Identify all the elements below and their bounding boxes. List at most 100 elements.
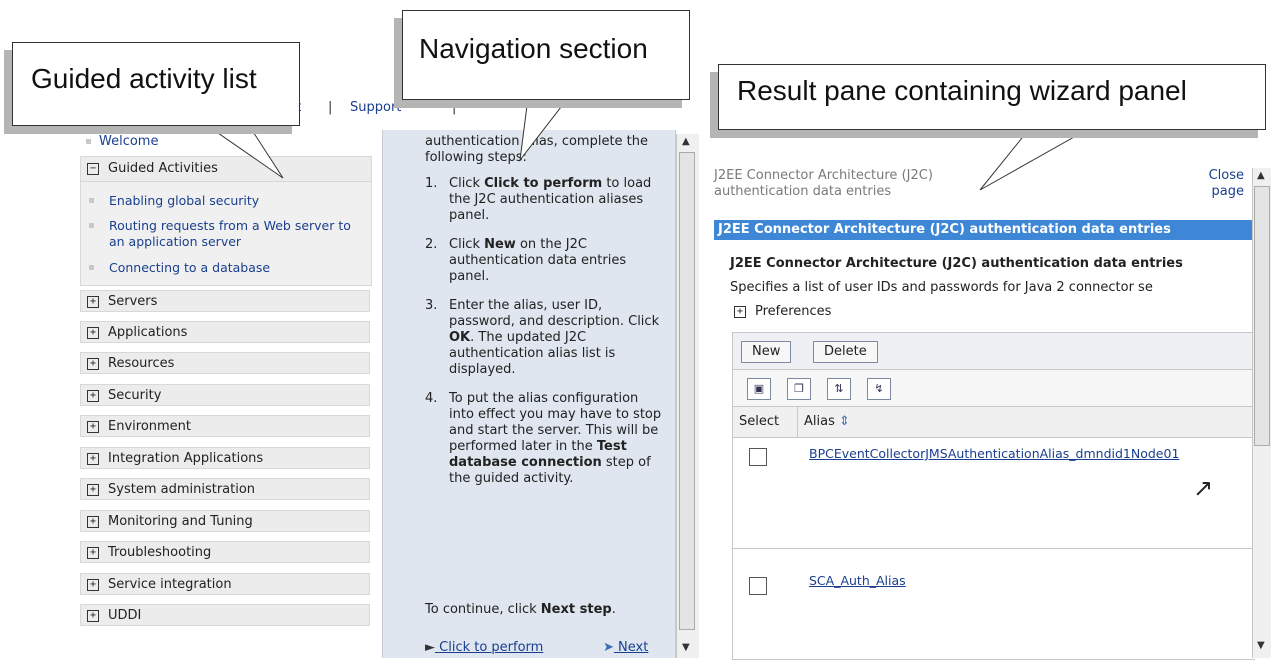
guided-item-label: Routing requests from a Web server to an… xyxy=(109,218,351,249)
select-all-icon[interactable]: ▣ xyxy=(747,378,771,400)
nav-category-integration-applications[interactable]: + Integration Applications xyxy=(80,447,370,469)
nav-category-service-integration[interactable]: + Service integration xyxy=(80,573,370,595)
expand-icon[interactable]: + xyxy=(87,326,99,339)
step-bold: Click to perform xyxy=(484,176,603,191)
scrollbar-thumb[interactable] xyxy=(1254,186,1270,446)
guided-item-label: Enabling global security xyxy=(109,193,260,208)
show-filter-icon[interactable]: ⇅ xyxy=(827,378,851,400)
step-number: 1. xyxy=(425,176,438,191)
callout-label: Result pane containing wizard panel xyxy=(737,75,1187,106)
deselect-all-icon[interactable]: ❐ xyxy=(787,378,811,400)
step-bold: OK xyxy=(449,330,471,345)
category-label: Applications xyxy=(108,325,188,340)
callout-guided-activity-list: Guided activity list xyxy=(12,42,300,126)
expand-icon[interactable]: + xyxy=(734,305,746,318)
table-row: SCA_Auth_Alias xyxy=(733,549,1255,659)
welcome-link[interactable]: Welcome xyxy=(86,134,158,149)
scroll-up-icon[interactable]: ▲ xyxy=(682,136,690,147)
wizard-panel-titlebar: J2EE Connector Architecture (J2C) authen… xyxy=(714,220,1254,240)
result-pane: J2EE Connector Architecture (J2C) authen… xyxy=(704,160,1255,660)
row-checkbox[interactable] xyxy=(749,577,767,595)
new-button[interactable]: New xyxy=(741,341,792,363)
scroll-up-icon[interactable]: ▲ xyxy=(1257,170,1265,181)
alias-link[interactable]: SCA_Auth_Alias xyxy=(809,573,906,588)
nav-category-system-administration[interactable]: + System administration xyxy=(80,478,370,500)
collapse-icon[interactable]: − xyxy=(87,162,99,175)
category-label: Monitoring and Tuning xyxy=(108,514,253,529)
click-to-perform-link[interactable]: ► Click to perform xyxy=(425,640,543,656)
guided-activity-list: Welcome − Guided Activities Enabling glob… xyxy=(80,130,372,658)
category-label: System administration xyxy=(108,482,256,497)
nav-category-applications[interactable]: + Applications xyxy=(80,321,370,343)
scrollbar-thumb[interactable] xyxy=(679,152,695,630)
expand-icon[interactable]: + xyxy=(87,357,99,370)
guided-activities-header[interactable]: − Guided Activities xyxy=(81,157,371,182)
guided-item-routing-requests[interactable]: Routing requests from a Web server to an… xyxy=(89,218,359,250)
bullet-icon xyxy=(89,223,94,228)
step-text: Enter the alias, user ID, password, and … xyxy=(449,298,660,329)
expand-icon[interactable]: + xyxy=(87,546,99,559)
nav-category-resources[interactable]: + Resources xyxy=(80,352,370,374)
expand-icon[interactable]: + xyxy=(87,578,99,591)
bullet-icon xyxy=(89,198,94,203)
guided-activities-section: − Guided Activities Enabling global secur… xyxy=(80,156,372,286)
panel-description: Specifies a list of user IDs and passwor… xyxy=(730,280,1153,295)
delete-button[interactable]: Delete xyxy=(813,341,878,363)
guided-item-connecting-database[interactable]: Connecting to a database xyxy=(89,260,271,276)
preferences-toggle[interactable]: + Preferences xyxy=(734,304,831,319)
column-select: Select xyxy=(739,414,780,429)
sort-icon[interactable]: ⇕ xyxy=(839,414,850,429)
step-item: 3. Enter the alias, user ID, password, an… xyxy=(425,298,667,378)
support-link[interactable]: Support xyxy=(350,100,401,115)
nav-category-security[interactable]: + Security xyxy=(80,384,370,406)
category-label: UDDI xyxy=(108,608,142,623)
step-number: 2. xyxy=(425,237,438,252)
nav-category-monitoring[interactable]: + Monitoring and Tuning xyxy=(80,510,370,532)
guided-item-enabling-security[interactable]: Enabling global security xyxy=(89,193,260,209)
callout-label: Navigation section xyxy=(419,33,648,64)
expand-icon[interactable]: + xyxy=(87,515,99,528)
category-label: Integration Applications xyxy=(108,451,264,466)
step-text: . The updated J2C authentication alias l… xyxy=(449,330,616,377)
perform-icon: ► xyxy=(425,640,435,655)
expand-icon[interactable]: + xyxy=(87,609,99,622)
column-alias[interactable]: Alias ⇕ xyxy=(797,407,850,437)
step-item: 4. To put the alias configuration into ef… xyxy=(425,391,667,487)
result-scrollbar[interactable]: ▲ ▼ xyxy=(1252,168,1271,658)
category-label: Servers xyxy=(108,294,158,309)
scroll-down-icon[interactable]: ▼ xyxy=(682,642,690,653)
mouse-cursor-icon: ↗ xyxy=(1193,474,1214,502)
expand-icon[interactable]: + xyxy=(87,420,99,433)
step-number: 3. xyxy=(425,298,438,313)
step-item: 1. Click Click to perform to load the J2C… xyxy=(425,176,667,224)
table-header: Select Alias ⇕ xyxy=(733,407,1255,438)
step-bold: New xyxy=(484,237,516,252)
step-item: 2. Click New on the J2C authentication da… xyxy=(425,237,667,285)
navigation-scrollbar[interactable]: ▲ ▼ xyxy=(676,134,699,658)
expand-icon[interactable]: + xyxy=(87,452,99,465)
expand-icon[interactable]: + xyxy=(87,295,99,308)
expand-icon[interactable]: + xyxy=(87,389,99,402)
nav-category-troubleshooting[interactable]: + Troubleshooting xyxy=(80,541,370,563)
category-label: Environment xyxy=(108,419,192,434)
separator: | xyxy=(452,100,457,115)
click-to-perform-label: Click to perform xyxy=(439,640,544,655)
callout-navigation-section: Navigation section xyxy=(402,10,690,100)
result-pane-title: J2EE Connector Architecture (J2C) authen… xyxy=(714,168,933,199)
scroll-down-icon[interactable]: ▼ xyxy=(1257,640,1265,651)
row-checkbox[interactable] xyxy=(749,448,767,466)
clear-filter-icon[interactable]: ↯ xyxy=(867,378,891,400)
callout-label: Guided activity list xyxy=(31,63,257,94)
next-step-link[interactable]: ➤ Next xyxy=(603,640,648,656)
close-page-link[interactable]: Close page xyxy=(1182,168,1244,200)
expand-icon[interactable]: + xyxy=(87,483,99,496)
nav-category-uddi[interactable]: + UDDI xyxy=(80,604,370,626)
table-button-row: New Delete xyxy=(733,333,1255,370)
nav-category-environment[interactable]: + Environment xyxy=(80,415,370,437)
step-text: Click xyxy=(449,237,485,252)
alias-link[interactable]: BPCEventCollectorJMSAuthenticationAlias_… xyxy=(809,446,1179,461)
welcome-label: Welcome xyxy=(99,134,159,149)
nav-category-servers[interactable]: + Servers xyxy=(80,290,370,312)
guided-item-label: Connecting to a database xyxy=(109,260,271,275)
alias-table: New Delete ▣ ❐ ⇅ ↯ Select Alias ⇕ BPCEve… xyxy=(732,332,1255,660)
